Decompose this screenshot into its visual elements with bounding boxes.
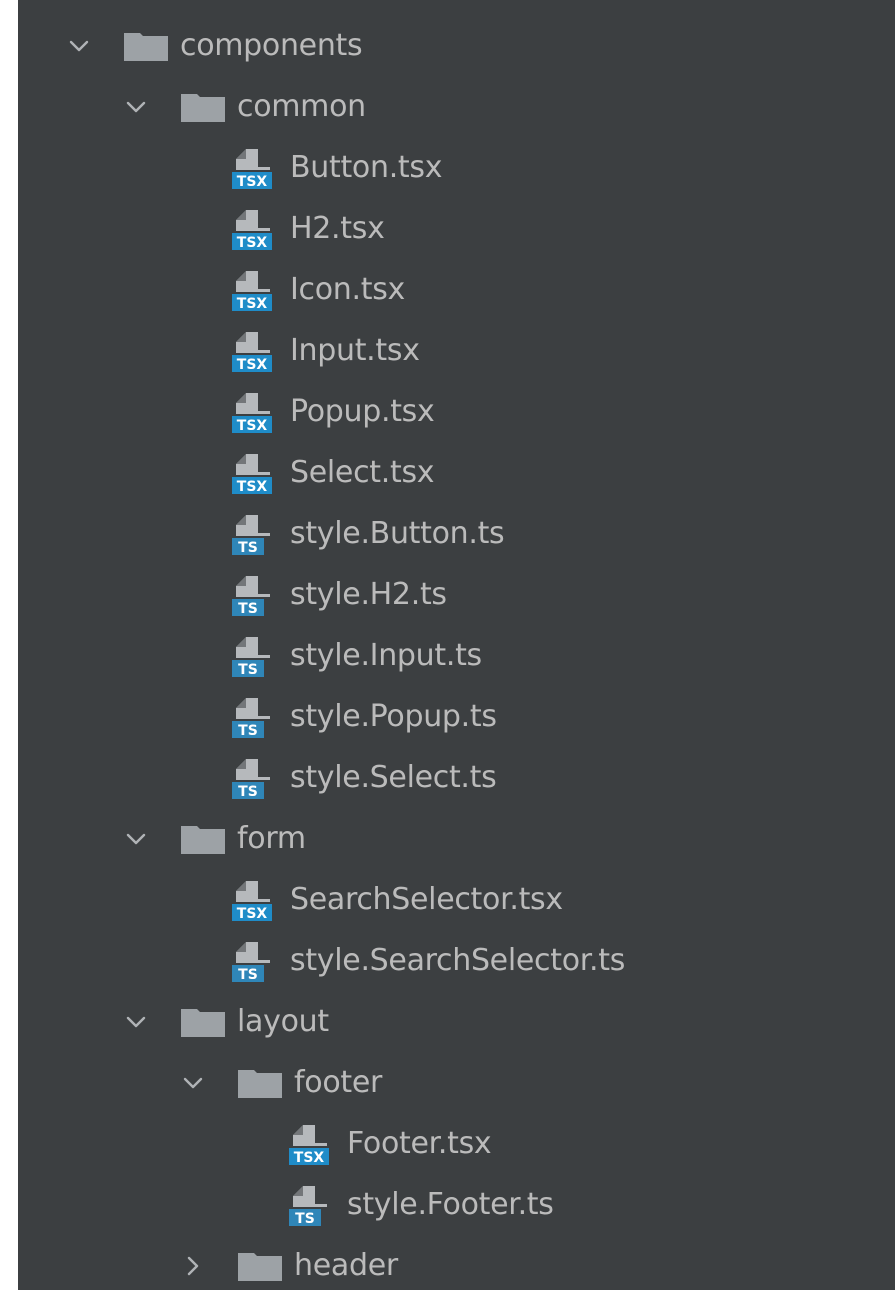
svg-text:TSX: TSX bbox=[237, 357, 268, 372]
file-row-style-h2-ts[interactable]: TS style.H2.ts bbox=[18, 564, 895, 625]
file-name: Footer.tsx bbox=[347, 1125, 492, 1161]
folder-icon bbox=[238, 1252, 282, 1281]
svg-text:TS: TS bbox=[238, 967, 258, 982]
ts-file-icon: TS bbox=[289, 1185, 327, 1226]
folder-icon bbox=[181, 93, 225, 122]
project-tree-panel: components common TSX Button.tsx TSX H2.tsx TS… bbox=[18, 0, 895, 1290]
svg-text:TS: TS bbox=[238, 601, 258, 616]
folder-row-common[interactable]: common bbox=[18, 76, 895, 137]
svg-text:TSX: TSX bbox=[237, 174, 268, 189]
file-name: Input.tsx bbox=[290, 332, 420, 368]
chevron-down-icon[interactable] bbox=[125, 1011, 147, 1033]
file-name: Popup.tsx bbox=[290, 393, 435, 429]
svg-text:TS: TS bbox=[238, 784, 258, 799]
folder-name: components bbox=[180, 27, 363, 63]
tsx-file-icon: TSX bbox=[232, 453, 272, 494]
file-row-footer-tsx[interactable]: TSX Footer.tsx bbox=[18, 1113, 895, 1174]
tsx-file-icon: TSX bbox=[232, 880, 272, 921]
ts-file-icon: TS bbox=[232, 514, 270, 555]
file-row-popup-tsx[interactable]: TSX Popup.tsx bbox=[18, 381, 895, 442]
svg-text:TS: TS bbox=[295, 1211, 315, 1226]
svg-text:TS: TS bbox=[238, 723, 258, 738]
folder-row-components[interactable]: components bbox=[18, 15, 895, 76]
file-row-icon-tsx[interactable]: TSX Icon.tsx bbox=[18, 259, 895, 320]
file-name: style.Button.ts bbox=[290, 515, 505, 551]
svg-text:TSX: TSX bbox=[237, 235, 268, 250]
tsx-file-icon: TSX bbox=[232, 270, 272, 311]
svg-text:TSX: TSX bbox=[237, 906, 268, 921]
svg-text:TSX: TSX bbox=[237, 479, 268, 494]
file-name: style.SearchSelector.ts bbox=[290, 942, 626, 978]
file-name: SearchSelector.tsx bbox=[290, 881, 563, 917]
folder-name: header bbox=[294, 1247, 398, 1283]
folder-icon bbox=[181, 825, 225, 854]
chevron-right-icon[interactable] bbox=[182, 1255, 204, 1277]
svg-text:TS: TS bbox=[238, 662, 258, 677]
file-row-button-tsx[interactable]: TSX Button.tsx bbox=[18, 137, 895, 198]
folder-icon bbox=[181, 1008, 225, 1037]
file-row-searchselector-tsx[interactable]: TSX SearchSelector.tsx bbox=[18, 869, 895, 930]
folder-row-layout[interactable]: layout bbox=[18, 991, 895, 1052]
folder-name: layout bbox=[237, 1003, 329, 1039]
folder-icon bbox=[238, 1069, 282, 1098]
file-row-h2-tsx[interactable]: TSX H2.tsx bbox=[18, 198, 895, 259]
ts-file-icon: TS bbox=[232, 636, 270, 677]
folder-name: form bbox=[237, 820, 306, 856]
svg-text:TSX: TSX bbox=[237, 418, 268, 433]
file-row-select-tsx[interactable]: TSX Select.tsx bbox=[18, 442, 895, 503]
file-name: style.H2.ts bbox=[290, 576, 447, 612]
folder-row-footer[interactable]: footer bbox=[18, 1052, 895, 1113]
folder-row-form[interactable]: form bbox=[18, 808, 895, 869]
tsx-file-icon: TSX bbox=[289, 1124, 329, 1165]
file-row-style-searchselector-ts[interactable]: TS style.SearchSelector.ts bbox=[18, 930, 895, 991]
tsx-file-icon: TSX bbox=[232, 148, 272, 189]
folder-icon bbox=[124, 32, 168, 61]
ts-file-icon: TS bbox=[232, 575, 270, 616]
ts-file-icon: TS bbox=[232, 697, 270, 738]
file-name: style.Footer.ts bbox=[347, 1186, 554, 1222]
file-row-style-footer-ts[interactable]: TS style.Footer.ts bbox=[18, 1174, 895, 1235]
file-name: Select.tsx bbox=[290, 454, 435, 490]
svg-text:TSX: TSX bbox=[294, 1150, 325, 1165]
file-row-style-input-ts[interactable]: TS style.Input.ts bbox=[18, 625, 895, 686]
tsx-file-icon: TSX bbox=[232, 331, 272, 372]
file-name: Icon.tsx bbox=[290, 271, 405, 307]
folder-row-header[interactable]: header bbox=[18, 1235, 895, 1296]
svg-text:TSX: TSX bbox=[237, 296, 268, 311]
file-row-style-select-ts[interactable]: TS style.Select.ts bbox=[18, 747, 895, 808]
chevron-down-icon[interactable] bbox=[125, 96, 147, 118]
chevron-down-icon[interactable] bbox=[182, 1072, 204, 1094]
tsx-file-icon: TSX bbox=[232, 392, 272, 433]
folder-name: footer bbox=[294, 1064, 383, 1100]
ts-file-icon: TS bbox=[232, 758, 270, 799]
file-name: Button.tsx bbox=[290, 149, 443, 185]
file-row-input-tsx[interactable]: TSX Input.tsx bbox=[18, 320, 895, 381]
chevron-down-icon[interactable] bbox=[125, 828, 147, 850]
file-row-style-popup-ts[interactable]: TS style.Popup.ts bbox=[18, 686, 895, 747]
file-name: style.Select.ts bbox=[290, 759, 497, 795]
folder-name: common bbox=[237, 88, 366, 124]
svg-text:TS: TS bbox=[238, 540, 258, 555]
chevron-down-icon[interactable] bbox=[68, 35, 90, 57]
file-name: H2.tsx bbox=[290, 210, 385, 246]
tsx-file-icon: TSX bbox=[232, 209, 272, 250]
file-name: style.Input.ts bbox=[290, 637, 482, 673]
ts-file-icon: TS bbox=[232, 941, 270, 982]
file-name: style.Popup.ts bbox=[290, 698, 497, 734]
file-row-style-button-ts[interactable]: TS style.Button.ts bbox=[18, 503, 895, 564]
